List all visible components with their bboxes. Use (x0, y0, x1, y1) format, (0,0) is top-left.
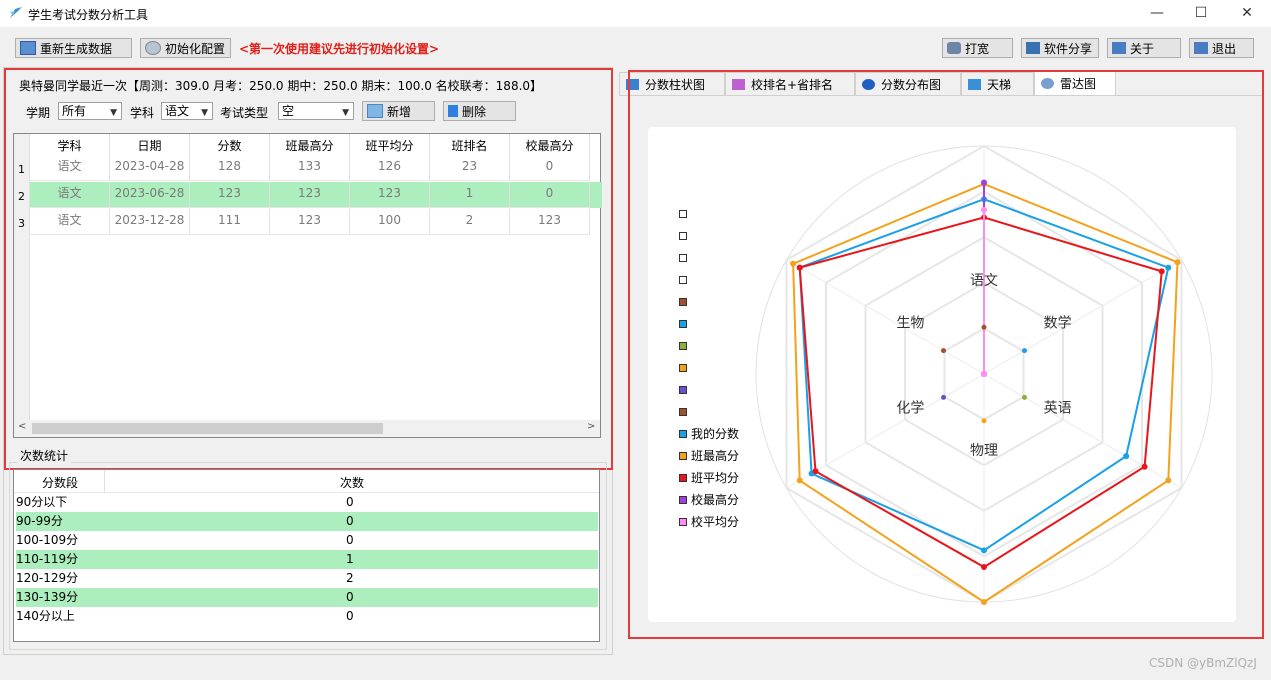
legend-swatch (679, 276, 687, 284)
legend-label: 班最高分 (691, 449, 740, 463)
axis-marker (1021, 348, 1027, 354)
legend-swatch (679, 254, 687, 262)
legend-swatch (679, 474, 687, 482)
legend-swatch (679, 496, 687, 504)
radar-data-point (1158, 268, 1165, 275)
axis-label: 数学 (1044, 316, 1072, 332)
legend-swatch (679, 518, 687, 526)
radar-data-point (1165, 264, 1172, 271)
radar-data-point (812, 468, 819, 475)
radar-data-point (981, 179, 987, 186)
radar-data-point (981, 564, 987, 571)
radar-series-line (792, 182, 1179, 604)
legend-swatch (679, 320, 687, 328)
axis-marker (1021, 394, 1027, 400)
legend-label: 班平均分 (691, 471, 740, 485)
legend-swatch (679, 232, 687, 240)
radar-data-point (1123, 453, 1130, 460)
radar-series-line (798, 216, 1163, 569)
legend-label: 校最高分 (691, 493, 740, 507)
legend-swatch (679, 210, 687, 218)
axis-label: 生物 (896, 316, 924, 332)
radar-data-point (1174, 259, 1181, 266)
radar-data-point (1165, 477, 1172, 484)
legend-swatch (679, 364, 687, 372)
legend-swatch (679, 408, 687, 416)
legend-label: 校平均分 (691, 515, 740, 529)
legend-swatch (679, 430, 687, 438)
axis-marker (981, 418, 987, 424)
legend-swatch (679, 386, 687, 394)
radar-data-point (790, 260, 797, 267)
watermark-text: CSDN @yBmZlQzJ (1149, 656, 1257, 670)
axis-marker (941, 394, 947, 400)
legend-label: 我的分数 (691, 427, 740, 441)
radar-spoke (786, 259, 985, 375)
radar-data-point (981, 547, 987, 554)
radar-data-point (796, 477, 803, 484)
radar-spoke (983, 259, 1182, 375)
radar-chart: 语文数学英语物理 化学 生物 (755, 144, 1213, 605)
radar-data-point (981, 371, 987, 377)
axis-marker (981, 324, 987, 330)
radar-data-point (981, 599, 987, 605)
radar-data-point (1141, 463, 1148, 470)
axis-label: 化学 (896, 401, 924, 417)
radar-data-point (981, 206, 987, 213)
radar-data-point (796, 264, 803, 271)
axis-label: 英语 (1044, 400, 1072, 417)
axis-marker (941, 348, 947, 354)
axis-label: 语文 (970, 273, 998, 289)
legend-swatch (679, 342, 687, 350)
legend-swatch (679, 298, 687, 306)
axis-label: 物理 (970, 443, 998, 459)
legend-swatch (679, 452, 687, 460)
